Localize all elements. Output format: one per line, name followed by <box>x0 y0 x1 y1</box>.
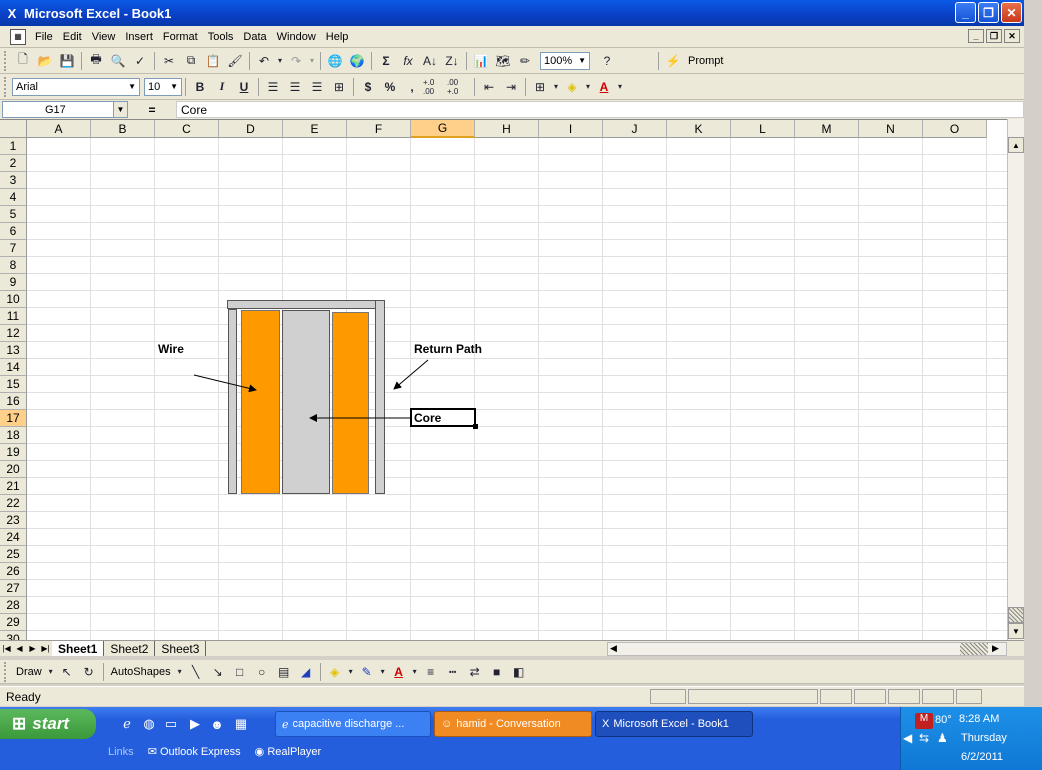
wordart-icon[interactable]: ◢ <box>295 661 317 683</box>
browser-icon[interactable]: ◍ <box>140 715 158 733</box>
ie-icon: ℯ <box>282 718 289 731</box>
ie-icon[interactable]: ℯ <box>118 715 136 733</box>
wire-arrow[interactable] <box>193 374 257 393</box>
text-box-icon[interactable]: ▤ <box>273 661 295 683</box>
task-capacitive-discharge[interactable]: ℯ capacitive discharge ... <box>275 711 431 737</box>
autoshapes-button[interactable]: AutoShapes <box>107 666 175 678</box>
system-tray: M 80° ◀ ⇆ ♟ 8:28 AM Thursday 6/2/2011 <box>900 707 1042 770</box>
core-label: Core <box>414 410 442 425</box>
line-style-icon[interactable]: ≡ <box>420 661 442 683</box>
links-label[interactable]: Links <box>108 746 134 758</box>
task-excel-book1[interactable]: X Microsoft Excel - Book1 <box>595 711 753 737</box>
start-label: start <box>32 714 70 733</box>
arrow-style-icon[interactable]: ⇄ <box>464 661 486 683</box>
temperature-readout[interactable]: 80° <box>935 714 952 726</box>
fill-handle[interactable] <box>473 424 478 429</box>
prev-sheet-icon[interactable]: ◀ <box>13 642 26 656</box>
task-label: Microsoft Excel - Book1 <box>613 718 729 730</box>
scroll-split-handle[interactable] <box>960 643 988 655</box>
font-color-icon[interactable]: A <box>388 661 410 683</box>
line-color-icon[interactable]: ✎ <box>356 661 378 683</box>
draw-menu-button[interactable]: Draw <box>12 666 46 678</box>
shadow-icon[interactable]: ■ <box>486 661 508 683</box>
tab-sheet1[interactable]: Sheet1 <box>52 641 105 656</box>
antivirus-icon[interactable]: M <box>915 713 933 729</box>
chevron-down-icon[interactable]: ▾ <box>346 661 356 683</box>
free-rotate-icon[interactable]: ↻ <box>78 661 100 683</box>
network-icon[interactable]: ⇆ <box>919 731 929 745</box>
excel-screen: X Microsoft Excel - Book1 _ ❐ ✕ ▦ File E… <box>0 0 1042 770</box>
windows-logo-icon: ⊞ <box>12 714 27 733</box>
chevron-down-icon[interactable]: ▾ <box>410 661 420 683</box>
next-sheet-icon[interactable]: ▶ <box>26 642 39 656</box>
select-objects-icon[interactable]: ↖ <box>56 661 78 683</box>
folder-icon[interactable]: ▭ <box>162 715 180 733</box>
messenger-icon[interactable]: ☻ <box>208 715 226 733</box>
status-bar: Ready <box>0 686 1024 706</box>
media-player-icon[interactable]: ▶ <box>186 715 204 733</box>
link-realplayer[interactable]: ◉ RealPlayer <box>255 745 321 758</box>
task-label: hamid - Conversation <box>456 718 561 730</box>
user-icon[interactable]: ♟ <box>937 731 948 745</box>
fill-color-icon[interactable]: ◈ <box>324 661 346 683</box>
scroll-right-icon[interactable]: ▶ <box>992 643 999 654</box>
last-sheet-icon[interactable]: ▶| <box>39 642 52 656</box>
chevron-down-icon[interactable]: ▾ <box>378 661 388 683</box>
return-path-arrow[interactable] <box>393 359 429 390</box>
tab-sheet2[interactable]: Sheet2 <box>104 641 156 656</box>
tray-expand-icon[interactable]: ◀ <box>903 731 912 745</box>
chevron-down-icon[interactable]: ▾ <box>175 661 185 683</box>
taskbar: ⊞ start ℯ ◍ ▭ ▶ ☻ ▦ ℯ capacitive dischar… <box>0 707 1042 770</box>
arrow-icon[interactable]: ↘ <box>207 661 229 683</box>
3d-icon[interactable]: ◧ <box>508 661 530 683</box>
scroll-left-icon[interactable]: ◀ <box>610 643 617 654</box>
return-path-label[interactable]: Return Path <box>414 342 482 356</box>
toolbar-grip[interactable] <box>4 661 8 682</box>
sheet-tab-bar: |◀ ◀ ▶ ▶| Sheet1 Sheet2 Sheet3 ◀ ▶ <box>0 640 1024 656</box>
clock-day: Thursday <box>961 732 1007 744</box>
messenger-icon: ☺ <box>441 718 453 730</box>
horizontal-scrollbar[interactable]: ◀ ▶ <box>607 642 1007 656</box>
start-button[interactable]: ⊞ start <box>0 709 96 739</box>
rectangle-icon[interactable]: □ <box>229 661 251 683</box>
wire-label[interactable]: Wire <box>158 342 184 356</box>
excel-icon: X <box>602 718 610 730</box>
oval-icon[interactable]: ○ <box>251 661 273 683</box>
task-hamid-conversation[interactable]: ☺ hamid - Conversation <box>434 711 592 737</box>
link-outlook-express[interactable]: ✉ Outlook Express <box>148 745 241 758</box>
first-sheet-icon[interactable]: |◀ <box>0 642 13 656</box>
status-text: Ready <box>6 689 41 704</box>
chevron-down-icon[interactable]: ▾ <box>46 661 56 683</box>
task-label: capacitive discharge ... <box>292 718 405 730</box>
active-cell-g17[interactable]: Core <box>410 408 478 429</box>
clock-date: 6/2/2011 <box>961 751 1004 763</box>
line-icon[interactable]: ╲ <box>185 661 207 683</box>
paint-icon[interactable]: ▦ <box>232 715 250 733</box>
dash-style-icon[interactable]: ┅ <box>442 661 464 683</box>
clock-time[interactable]: 8:28 AM <box>959 713 999 725</box>
tab-sheet3[interactable]: Sheet3 <box>155 641 207 656</box>
links-toolbar: Links ✉ Outlook Express ◉ RealPlayer <box>108 745 321 759</box>
drawing-toolbar: Draw ▾ ↖ ↻ AutoShapes ▾ ╲ ↘ □ ○ ▤ ◢ ◈ ▾ … <box>0 660 1024 684</box>
